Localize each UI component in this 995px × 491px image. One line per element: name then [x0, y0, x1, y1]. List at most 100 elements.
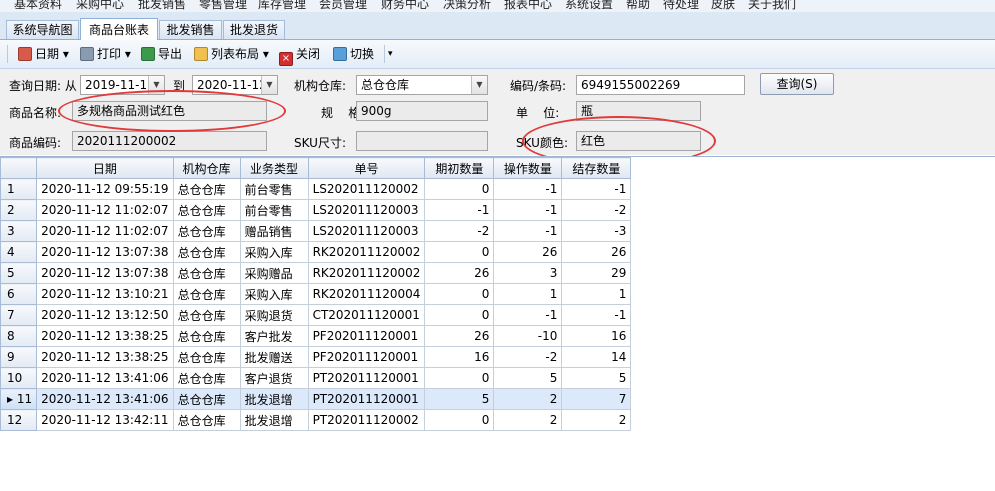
table-cell[interactable]: -1: [561, 178, 632, 200]
table-cell[interactable]: LS202011120002: [307, 178, 426, 200]
table-cell[interactable]: PF202011120001: [307, 325, 426, 347]
table-cell[interactable]: 总仓仓库: [172, 178, 241, 200]
table-cell[interactable]: 2: [561, 409, 632, 431]
table-cell[interactable]: 2020-11-12 11:02:07: [36, 220, 174, 242]
table-cell[interactable]: -1: [493, 199, 563, 221]
table-cell[interactable]: 采购退货: [239, 304, 309, 326]
table-cell[interactable]: 总仓仓库: [172, 262, 241, 284]
column-header-warehouse[interactable]: 机构仓库: [172, 157, 241, 179]
table-row[interactable]: 7 2020-11-12 13:12:50 总仓仓库 采购退货 CT2020111200…: [0, 304, 632, 326]
table-cell[interactable]: 16: [424, 346, 495, 368]
table-cell[interactable]: 总仓仓库: [172, 346, 241, 368]
row-number[interactable]: 2: [0, 199, 38, 221]
menu-item[interactable]: 帮助: [626, 0, 650, 12]
table-cell[interactable]: 赠品销售: [239, 220, 309, 242]
menu-item[interactable]: 决策分析: [443, 0, 491, 12]
warehouse-select[interactable]: 总仓仓库 ▼: [356, 75, 488, 95]
barcode-input[interactable]: 6949155002269: [576, 75, 745, 95]
menu-item[interactable]: 皮肤: [711, 0, 735, 12]
menu-item[interactable]: 会员管理: [319, 0, 367, 12]
table-cell[interactable]: 2020-11-12 13:07:38: [36, 241, 174, 263]
table-cell[interactable]: -1: [493, 220, 563, 242]
menu-item[interactable]: 零售管理: [199, 0, 247, 12]
column-header-order-no[interactable]: 单号: [307, 157, 426, 179]
menu-item[interactable]: 报表中心: [504, 0, 552, 12]
menu-item[interactable]: 批发销售: [138, 0, 186, 12]
chevron-down-icon[interactable]: ▼: [471, 76, 487, 94]
table-cell[interactable]: 采购入库: [239, 283, 309, 305]
table-row[interactable]: 6 2020-11-12 13:10:21 总仓仓库 采购入库 RK2020111200…: [0, 283, 632, 305]
table-cell[interactable]: 1: [561, 283, 632, 305]
row-number[interactable]: 9: [0, 346, 38, 368]
table-row[interactable]: 5 2020-11-12 13:07:38 总仓仓库 采购赠品 RK2020111200…: [0, 262, 632, 284]
toolbar-overflow-button[interactable]: ▾: [388, 44, 393, 64]
table-cell[interactable]: 总仓仓库: [172, 220, 241, 242]
table-row[interactable]: 10 2020-11-12 13:41:06 总仓仓库 客户退货 PT202011120…: [0, 367, 632, 389]
table-cell[interactable]: RK202011120002: [307, 262, 426, 284]
close-button[interactable]: × 关闭: [279, 44, 320, 66]
table-cell[interactable]: RK202011120002: [307, 241, 426, 263]
menu-item[interactable]: 采购中心: [76, 0, 124, 12]
table-cell[interactable]: 2: [493, 409, 563, 431]
table-cell[interactable]: 2020-11-12 13:42:11: [36, 409, 174, 431]
table-cell[interactable]: 3: [493, 262, 563, 284]
row-number[interactable]: ▸ 11: [0, 388, 38, 410]
table-cell[interactable]: PF202011120001: [307, 346, 426, 368]
row-number[interactable]: 6: [0, 283, 38, 305]
table-cell[interactable]: -2: [561, 199, 632, 221]
table-row[interactable]: 12 2020-11-12 13:42:11 总仓仓库 批发退增 PT202011120…: [0, 409, 632, 431]
table-cell[interactable]: 0: [424, 367, 495, 389]
table-cell[interactable]: 26: [561, 241, 632, 263]
table-cell[interactable]: 2020-11-12 09:55:19: [36, 178, 174, 200]
column-header-operation-qty[interactable]: 操作数量: [493, 157, 563, 179]
table-cell[interactable]: 29: [561, 262, 632, 284]
menu-item[interactable]: 系统设置: [565, 0, 613, 12]
table-cell[interactable]: -1: [561, 304, 632, 326]
table-cell[interactable]: -1: [493, 304, 563, 326]
tab-product-ledger[interactable]: 商品台账表: [80, 18, 158, 40]
table-cell[interactable]: -2: [493, 346, 563, 368]
table-cell[interactable]: 0: [424, 409, 495, 431]
date-to-picker[interactable]: 2020-11-12 ▼: [192, 75, 278, 95]
tab-wholesale-sales[interactable]: 批发销售: [159, 20, 222, 39]
table-cell[interactable]: 总仓仓库: [172, 283, 241, 305]
table-cell[interactable]: 16: [561, 325, 632, 347]
table-cell[interactable]: -10: [493, 325, 563, 347]
table-cell[interactable]: 总仓仓库: [172, 325, 241, 347]
table-cell[interactable]: 0: [424, 283, 495, 305]
row-number[interactable]: 3: [0, 220, 38, 242]
table-cell[interactable]: CT202011120001: [307, 304, 426, 326]
table-cell[interactable]: 批发退增: [239, 409, 309, 431]
table-cell[interactable]: 2020-11-12 13:41:06: [36, 367, 174, 389]
table-cell[interactable]: -1: [424, 199, 495, 221]
row-number[interactable]: 1: [0, 178, 38, 200]
table-cell[interactable]: 采购赠品: [239, 262, 309, 284]
table-cell[interactable]: 客户批发: [239, 325, 309, 347]
table-cell[interactable]: -2: [424, 220, 495, 242]
table-row[interactable]: 4 2020-11-12 13:07:38 总仓仓库 采购入库 RK2020111200…: [0, 241, 632, 263]
table-row[interactable]: 3 2020-11-12 11:02:07 总仓仓库 赠品销售 LS2020111200…: [0, 220, 632, 242]
table-cell[interactable]: 总仓仓库: [172, 304, 241, 326]
table-cell[interactable]: 26: [424, 262, 495, 284]
table-cell[interactable]: 采购入库: [239, 241, 309, 263]
table-cell[interactable]: LS202011120003: [307, 199, 426, 221]
table-cell[interactable]: 总仓仓库: [172, 367, 241, 389]
date-from-picker[interactable]: 2019-11-12 ▼: [80, 75, 165, 95]
table-cell[interactable]: 5: [561, 367, 632, 389]
query-button[interactable]: 查询(S): [760, 73, 834, 95]
table-row[interactable]: 9 2020-11-12 13:38:25 总仓仓库 批发赠送 PF2020111200…: [0, 346, 632, 368]
table-cell[interactable]: 0: [424, 304, 495, 326]
row-number[interactable]: 8: [0, 325, 38, 347]
table-cell[interactable]: 2020-11-12 13:10:21: [36, 283, 174, 305]
table-cell[interactable]: 1: [493, 283, 563, 305]
table-cell[interactable]: 前台零售: [239, 199, 309, 221]
table-cell[interactable]: LS202011120003: [307, 220, 426, 242]
table-row[interactable]: ▸ 11 2020-11-12 13:41:06 总仓仓库 批发退增 PT2020111…: [0, 388, 632, 410]
menu-item[interactable]: 库存管理: [258, 0, 306, 12]
tab-system-nav[interactable]: 系统导航图: [6, 20, 79, 39]
menu-item[interactable]: 基本资料: [14, 0, 62, 12]
table-row[interactable]: 8 2020-11-12 13:38:25 总仓仓库 客户批发 PF2020111200…: [0, 325, 632, 347]
table-cell[interactable]: 总仓仓库: [172, 241, 241, 263]
row-number[interactable]: 10: [0, 367, 38, 389]
table-cell[interactable]: 2020-11-12 13:38:25: [36, 346, 174, 368]
